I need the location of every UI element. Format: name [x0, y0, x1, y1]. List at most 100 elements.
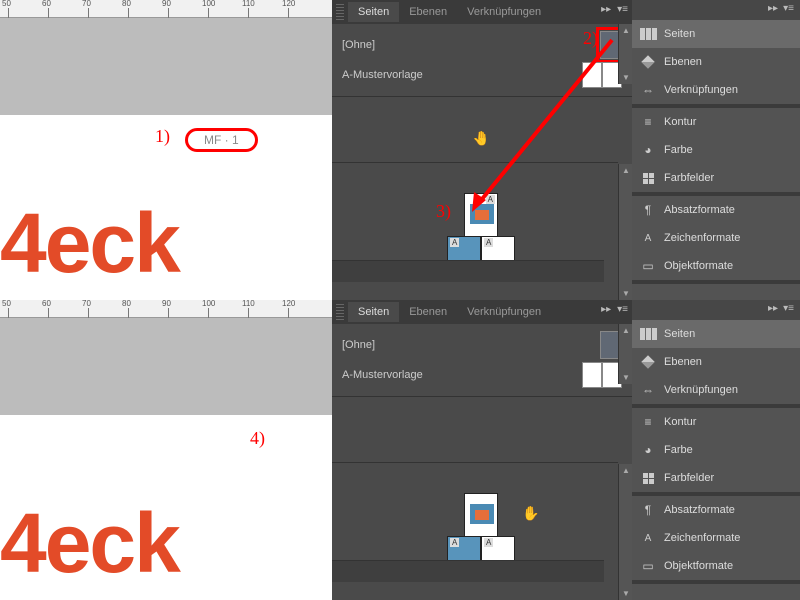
- master-a-label[interactable]: A-Mustervorlage: [342, 369, 423, 381]
- page-1-thumbnail[interactable]: A: [464, 193, 498, 237]
- dock-item-paragraph-styles[interactable]: Absatzformate: [632, 196, 800, 224]
- horizontal-ruler[interactable]: 50 60 70 80 90 100 110 120: [0, 0, 332, 18]
- document-canvas[interactable]: 50 60 70 80 90 100 110 120 4) 4eck: [0, 300, 332, 600]
- master-none-label[interactable]: [Ohne]: [342, 39, 375, 51]
- dock-item-stroke[interactable]: Kontur: [632, 108, 800, 136]
- tab-links[interactable]: Verknüpfungen: [457, 302, 551, 322]
- drag-hand-icon: ✋: [472, 130, 489, 147]
- dock-label: Farbe: [664, 444, 693, 456]
- pages-icon: [640, 26, 656, 42]
- dock-item-color[interactable]: Farbe: [632, 136, 800, 164]
- dock-label: Zeichenformate: [664, 532, 740, 544]
- dock-item-object-styles[interactable]: Objektformate: [632, 552, 800, 580]
- scrollbar[interactable]: [618, 164, 632, 300]
- dock-menu-icon[interactable]: ▾≡: [783, 3, 794, 14]
- scrollbar[interactable]: [618, 324, 632, 384]
- panel-tab-bar: Seiten Ebenen Verknüpfungen ▸▸ ▾≡: [332, 0, 632, 24]
- dock-label: Absatzformate: [664, 204, 735, 216]
- dock-item-swatches[interactable]: Farbfelder: [632, 164, 800, 192]
- tab-layers[interactable]: Ebenen: [399, 2, 457, 22]
- ruler-tick: 120: [282, 300, 295, 308]
- scrollbar[interactable]: [618, 464, 632, 600]
- right-dock: ▸▸ ▾≡ Seiten Ebenen Verknüpfungen Kontur…: [632, 0, 800, 300]
- dock-header: ▸▸ ▾≡: [632, 300, 800, 320]
- master-a-label[interactable]: A-Mustervorlage: [342, 69, 423, 81]
- ruler-tick: 80: [122, 300, 131, 308]
- dock-menu-icon[interactable]: ▾≡: [783, 303, 794, 314]
- dock-item-stroke[interactable]: Kontur: [632, 408, 800, 436]
- panel-footer: [332, 560, 604, 582]
- tab-pages[interactable]: Seiten: [348, 302, 399, 322]
- ruler-tick: 50: [2, 300, 11, 308]
- ruler-tick: 110: [242, 300, 255, 308]
- character-icon: [640, 530, 656, 546]
- ruler-tick: 90: [162, 0, 171, 8]
- dock-item-layers[interactable]: Ebenen: [632, 348, 800, 376]
- dock-item-layers[interactable]: Ebenen: [632, 48, 800, 76]
- dock-item-pages[interactable]: Seiten: [632, 320, 800, 348]
- dock-label: Ebenen: [664, 356, 702, 368]
- dock-label: Farbe: [664, 144, 693, 156]
- dock-item-links[interactable]: Verknüpfungen: [632, 376, 800, 404]
- dock-item-character-styles[interactable]: Zeichenformate: [632, 524, 800, 552]
- tab-layers[interactable]: Ebenen: [399, 302, 457, 322]
- panel-divider[interactable]: [332, 96, 632, 97]
- panel-grip[interactable]: [336, 4, 344, 20]
- tab-pages[interactable]: Seiten: [348, 2, 399, 22]
- pasteboard[interactable]: [0, 318, 332, 418]
- swatches-icon: [640, 170, 656, 186]
- dock-collapse-icon[interactable]: ▸▸: [768, 3, 778, 14]
- master-a-thumbnail[interactable]: [582, 62, 622, 88]
- stroke-icon: [640, 414, 656, 430]
- layers-icon: [640, 54, 656, 70]
- dock-label: Kontur: [664, 416, 696, 428]
- object-icon: [640, 558, 656, 574]
- dock-label: Objektformate: [664, 560, 733, 572]
- panel-divider[interactable]: [332, 396, 632, 397]
- master-badge: A: [450, 538, 459, 547]
- master-page-label: MF · 1: [185, 128, 258, 152]
- master-badge: A: [450, 238, 459, 247]
- dock-item-pages[interactable]: Seiten: [632, 20, 800, 48]
- master-badge: A: [486, 195, 495, 204]
- panel-tab-bar: Seiten Ebenen Verknüpfungen ▸▸ ▾≡: [332, 300, 632, 324]
- swatches-icon: [640, 470, 656, 486]
- tab-links[interactable]: Verknüpfungen: [457, 2, 551, 22]
- ruler-tick: 110: [242, 0, 255, 8]
- page-content-text: 4eck: [0, 495, 179, 592]
- link-icon: [640, 382, 656, 398]
- pasteboard[interactable]: [0, 18, 332, 118]
- document-canvas[interactable]: 50 60 70 80 90 100 110 120 MF · 1 1) 4ec…: [0, 0, 332, 300]
- right-dock: ▸▸ ▾≡ Seiten Ebenen Verknüpfungen Kontur…: [632, 300, 800, 600]
- panel-collapse-icon[interactable]: ▸▸: [601, 4, 611, 15]
- paragraph-icon: [640, 502, 656, 518]
- panel-grip[interactable]: [336, 304, 344, 320]
- ruler-tick: 90: [162, 300, 171, 308]
- master-none-label[interactable]: [Ohne]: [342, 339, 375, 351]
- dock-item-character-styles[interactable]: Zeichenformate: [632, 224, 800, 252]
- dock-item-paragraph-styles[interactable]: Absatzformate: [632, 496, 800, 524]
- layers-icon: [640, 354, 656, 370]
- annotation-4: 4): [250, 428, 265, 449]
- dock-item-links[interactable]: Verknüpfungen: [632, 76, 800, 104]
- master-a-thumbnail[interactable]: [582, 362, 622, 388]
- panel-footer: [332, 260, 604, 282]
- dock-item-object-styles[interactable]: Objektformate: [632, 252, 800, 280]
- horizontal-ruler[interactable]: 50 60 70 80 90 100 110 120: [0, 300, 332, 318]
- dock-item-color[interactable]: Farbe: [632, 436, 800, 464]
- panel-collapse-icon[interactable]: ▸▸: [601, 304, 611, 315]
- link-icon: [640, 82, 656, 98]
- stroke-icon: [640, 114, 656, 130]
- panel-menu-icon[interactable]: ▾≡: [617, 4, 628, 15]
- panel-menu-icon[interactable]: ▾≡: [617, 304, 628, 315]
- pages-icon: [640, 326, 656, 342]
- pages-panel: Seiten Ebenen Verknüpfungen ▸▸ ▾≡ [Ohne]…: [332, 0, 632, 300]
- page-1-thumbnail[interactable]: [464, 493, 498, 537]
- object-icon: [640, 258, 656, 274]
- color-icon: [640, 142, 656, 158]
- hand-cursor-icon: ✋: [522, 505, 539, 522]
- dock-label: Absatzformate: [664, 504, 735, 516]
- dock-item-swatches[interactable]: Farbfelder: [632, 464, 800, 492]
- dock-collapse-icon[interactable]: ▸▸: [768, 303, 778, 314]
- scrollbar[interactable]: [618, 24, 632, 84]
